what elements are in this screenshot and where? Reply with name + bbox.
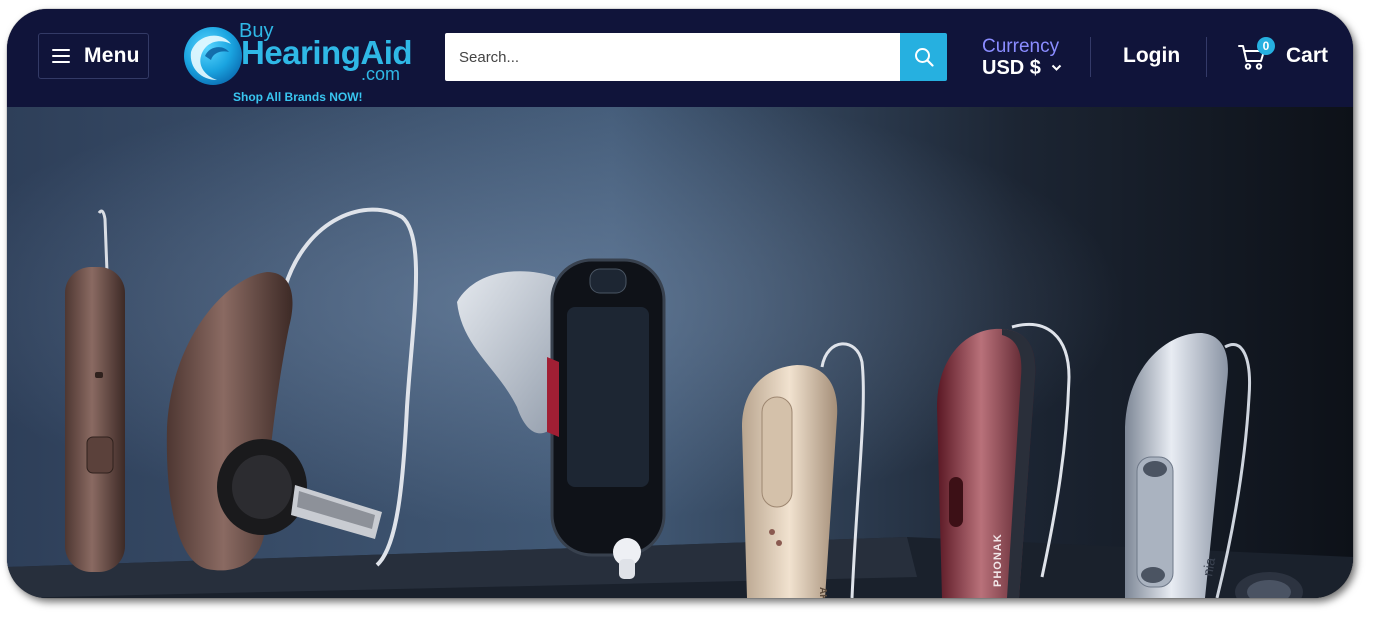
site-header: Menu Buy HearingAid .com Shop All Brands… bbox=[7, 9, 1353, 107]
chevron-down-icon bbox=[1052, 64, 1062, 71]
cart-label: Cart bbox=[1286, 44, 1329, 67]
currency-label: Currency bbox=[982, 36, 1060, 57]
currency-value: USD $ bbox=[982, 57, 1041, 79]
site-logo[interactable]: Buy HearingAid .com Shop All Brands NOW! bbox=[183, 18, 413, 104]
search-button[interactable] bbox=[900, 33, 947, 81]
search-bar bbox=[445, 33, 947, 81]
currency-selector[interactable]: Currency USD $ bbox=[982, 37, 1062, 79]
cart-count-badge: 0 bbox=[1257, 37, 1275, 55]
hero-hearing-aids-image: AK PHONAK nia bbox=[7, 107, 1353, 598]
logo-wave-icon bbox=[184, 27, 242, 85]
logo-tagline: Shop All Brands NOW! bbox=[233, 90, 363, 104]
hamburger-icon bbox=[52, 49, 70, 63]
cart-button[interactable]: 0 Cart bbox=[1237, 37, 1337, 79]
browser-frame: Menu Buy HearingAid .com Shop All Brands… bbox=[7, 9, 1353, 598]
header-divider bbox=[1090, 37, 1091, 77]
login-link[interactable]: Login bbox=[1123, 44, 1180, 68]
hero-brand-text-phonak: PHONAK bbox=[992, 533, 1004, 587]
search-input[interactable] bbox=[445, 33, 900, 81]
hero-banner[interactable]: AK PHONAK nia bbox=[7, 107, 1353, 598]
logo-dotcom-text: .com bbox=[361, 64, 401, 84]
menu-button[interactable]: Menu bbox=[38, 33, 149, 79]
search-icon bbox=[914, 48, 934, 67]
hero-brand-text-nia: nia bbox=[1199, 556, 1218, 577]
menu-label: Menu bbox=[84, 44, 140, 67]
header-divider bbox=[1206, 37, 1207, 77]
hero-brand-text-ak: AK bbox=[817, 587, 828, 598]
